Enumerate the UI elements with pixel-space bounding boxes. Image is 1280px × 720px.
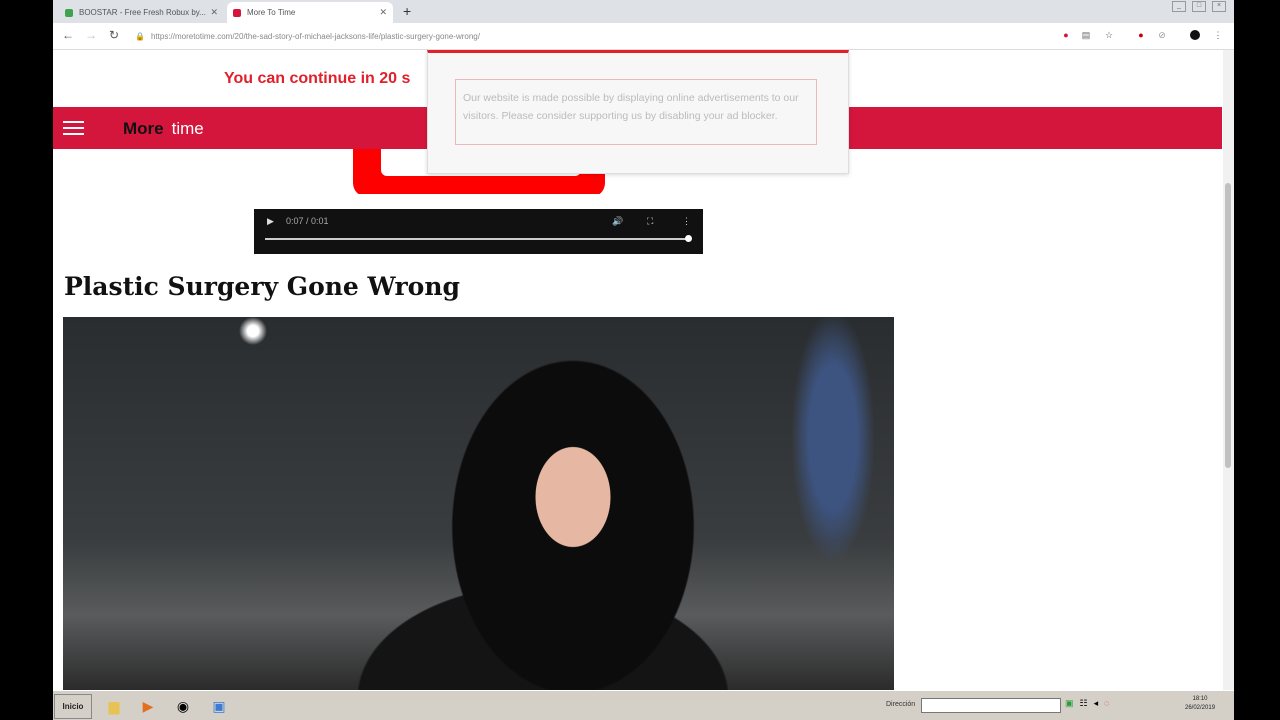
start-button[interactable]: Inicio xyxy=(54,694,92,719)
tab-boostar[interactable]: BOOSTAR - Free Fresh Robux by... ✕ xyxy=(59,2,224,23)
os-taskbar: Inicio ▆ ▶ ◉ ▣ Dirección ▣ ☷ ◂ ◌ 18:10 2… xyxy=(53,690,1234,720)
tab-more-to-time[interactable]: More To Time ✕ xyxy=(227,2,393,23)
media-player-icon[interactable]: ▶ xyxy=(139,697,157,715)
article-heading: Plastic Surgery Gone Wrong xyxy=(64,272,460,301)
lock-icon: 🔒 xyxy=(135,31,145,41)
site-logo[interactable]: More time xyxy=(123,119,204,139)
tray-icon[interactable]: ◌ xyxy=(1104,698,1109,709)
close-tab-icon[interactable]: ✕ xyxy=(210,7,218,18)
window-controls: _ □ × xyxy=(1172,1,1226,12)
video-time: 0:07 / 0:01 xyxy=(286,216,329,226)
clock-time: 18:10 xyxy=(1192,696,1208,702)
video-scrubber-handle[interactable] xyxy=(685,235,692,242)
video-options-icon[interactable]: ⋮ xyxy=(682,216,691,227)
chrome-icon[interactable]: ◉ xyxy=(174,697,192,715)
network-icon[interactable]: ▣ xyxy=(1065,698,1074,709)
play-icon[interactable]: ▶ xyxy=(267,216,274,227)
url-text: https://moretotime.com/20/the-sad-story-… xyxy=(150,31,480,41)
address-toolbar-input[interactable] xyxy=(921,698,1061,713)
clock-date: 26/02/2019 xyxy=(1185,705,1216,711)
page-scrollbar[interactable] xyxy=(1223,50,1234,690)
browser-toolbar: ← → ↻ 🔒 https://moretotime.com/20/the-sa… xyxy=(53,23,1234,50)
extension-icon[interactable]: ⊘ xyxy=(1157,30,1167,40)
fullscreen-icon[interactable]: ⛶ xyxy=(647,216,653,227)
close-window-button[interactable]: × xyxy=(1212,1,1226,12)
maximize-button[interactable]: □ xyxy=(1192,1,1206,12)
article-photo xyxy=(63,317,894,690)
app-icon[interactable]: ▣ xyxy=(210,697,228,715)
folder-icon[interactable]: ▆ xyxy=(105,697,123,715)
bookmark-star-icon[interactable]: ☆ xyxy=(1104,30,1114,40)
minimize-button[interactable]: _ xyxy=(1172,1,1186,12)
menu-kebab-icon[interactable]: ⋮ xyxy=(1213,30,1223,40)
adblock-message: Our website is made possible by displayi… xyxy=(455,79,817,145)
adblock-extension-icon[interactable]: ● xyxy=(1136,30,1146,40)
volume-tray-icon[interactable]: ◂ xyxy=(1094,698,1099,709)
scrollbar-thumb[interactable] xyxy=(1225,183,1231,468)
profile-avatar-icon[interactable] xyxy=(1190,30,1200,40)
logo-part-1: More xyxy=(123,119,164,138)
forward-arrow-icon[interactable]: → xyxy=(85,28,97,42)
reload-icon[interactable]: ↻ xyxy=(109,28,119,42)
tray-icon[interactable]: ☷ xyxy=(1080,698,1088,709)
system-clock[interactable]: 18:10 26/02/2019 xyxy=(1185,695,1215,713)
new-tab-button[interactable]: + xyxy=(403,3,411,19)
address-toolbar-label: Dirección xyxy=(886,701,916,708)
extension-icon[interactable]: ● xyxy=(1061,30,1071,40)
video-progress-bar[interactable] xyxy=(265,238,691,240)
tab-title: More To Time xyxy=(247,8,296,17)
tab-strip: BOOSTAR - Free Fresh Robux by... ✕ More … xyxy=(53,0,1234,23)
boostar-favicon-icon xyxy=(65,8,73,17)
volume-icon[interactable]: 🔊 xyxy=(612,216,623,227)
address-bar[interactable]: 🔒 https://moretotime.com/20/the-sad-stor… xyxy=(135,28,1055,44)
adblock-popup: Our website is made possible by displayi… xyxy=(427,50,849,174)
logo-part-2: time xyxy=(171,119,204,138)
extension-icon[interactable]: ▤ xyxy=(1081,30,1091,40)
system-tray: ▣ ☷ ◂ ◌ xyxy=(1065,698,1109,709)
countdown-text: You can continue in 20 s xyxy=(224,70,411,87)
hamburger-menu-icon[interactable] xyxy=(63,121,84,139)
video-player[interactable]: ▶ 0:07 / 0:01 🔊 ⛶ ⋮ xyxy=(254,194,703,254)
tab-title: BOOSTAR - Free Fresh Robux by... xyxy=(79,8,206,17)
back-arrow-icon[interactable]: ← xyxy=(62,28,74,42)
web-page: You can continue in 20 s More time ▶ 0:07… xyxy=(53,50,1223,690)
moretotime-favicon-icon xyxy=(233,8,241,17)
close-tab-icon[interactable]: ✕ xyxy=(379,7,387,18)
browser-window: BOOSTAR - Free Fresh Robux by... ✕ More … xyxy=(53,0,1234,720)
